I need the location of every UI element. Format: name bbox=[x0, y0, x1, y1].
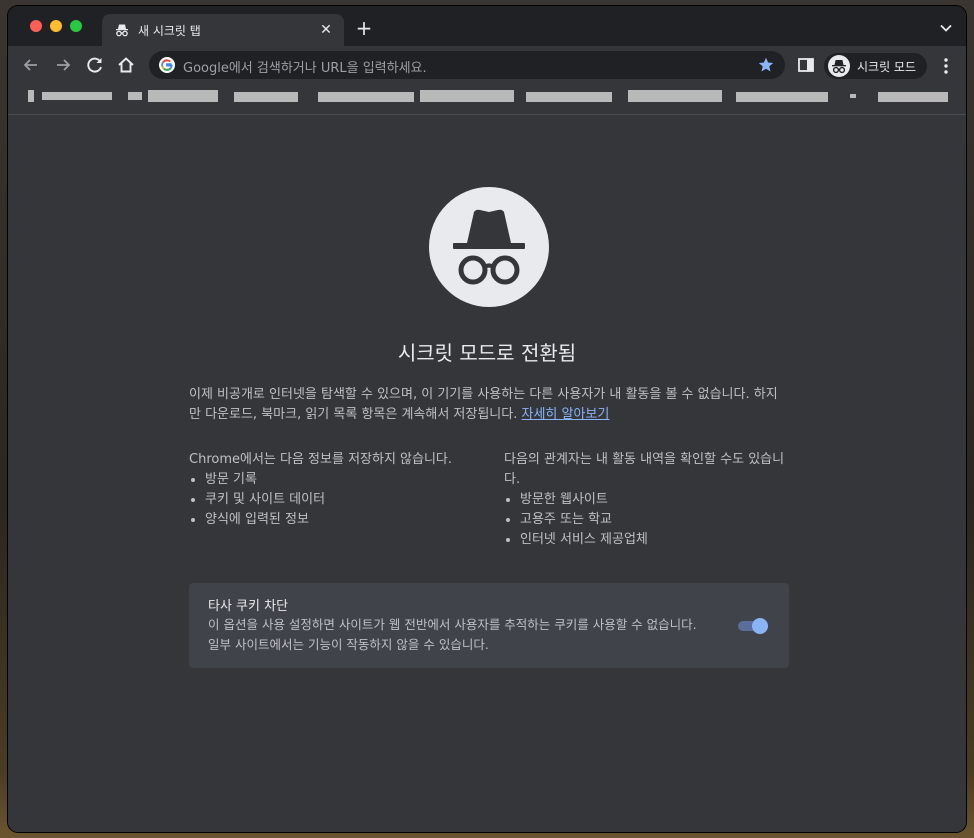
bookmarks-bar bbox=[8, 84, 966, 115]
home-icon[interactable] bbox=[115, 54, 137, 76]
list-item: 인터넷 서비스 제공업체 bbox=[520, 530, 788, 550]
toggle-knob bbox=[752, 618, 768, 634]
obscured-bookmark-block bbox=[420, 90, 514, 102]
not-saved-title: Chrome에서는 다음 정보를 저장하지 않습니다. bbox=[189, 452, 453, 467]
incognito-hero-icon bbox=[429, 187, 549, 307]
tab-title: 새 시크릿 탭 bbox=[138, 24, 201, 38]
list-item: 고용주 또는 학교 bbox=[520, 510, 788, 530]
visible-to-title: 다음의 관계자는 내 활동 내역을 확인할 수도 있습니다. bbox=[504, 452, 785, 487]
back-arrow-icon[interactable] bbox=[20, 54, 42, 76]
reload-icon[interactable] bbox=[84, 54, 106, 76]
toolbar: Google에서 검색하거나 URL을 입력하세요. 시크릿 모드 bbox=[8, 46, 966, 84]
profile-label: 시크릿 모드 bbox=[857, 60, 917, 74]
incognito-icon bbox=[453, 209, 525, 285]
page-title: 시크릿 모드로 전환됨 bbox=[397, 341, 577, 365]
tab-incognito[interactable]: 새 시크릿 탭 ✕ bbox=[102, 14, 344, 46]
cookie-card-line1: 이 옵션을 사용 설정하면 사이트가 웹 전반에서 사용자를 추적하는 쿠키를 … bbox=[208, 617, 697, 632]
incognito-profile-button[interactable]: 시크릿 모드 bbox=[824, 53, 927, 79]
tab-close-icon[interactable]: ✕ bbox=[316, 20, 336, 40]
obscured-bookmark-block bbox=[878, 92, 948, 102]
cookie-card-line2: 일부 사이트에서는 기능이 작동하지 않을 수 있습니다. bbox=[208, 637, 489, 652]
close-window-button[interactable] bbox=[30, 20, 42, 32]
incognito-icon bbox=[832, 60, 846, 74]
zoom-window-button[interactable] bbox=[70, 20, 82, 32]
new-tab-button[interactable]: + bbox=[354, 18, 374, 38]
obscured-bookmark-block bbox=[850, 94, 856, 98]
visible-to-list: 방문한 웹사이트 고용주 또는 학교 인터넷 서비스 제공업체 bbox=[504, 490, 788, 550]
bookmark-star-icon[interactable] bbox=[757, 56, 775, 74]
cookie-card-description: 이 옵션을 사용 설정하면 사이트가 웹 전반에서 사용자를 추적하는 쿠키를 … bbox=[208, 615, 728, 655]
obscured-bookmark-block bbox=[628, 90, 722, 102]
cookie-card-title: 타사 쿠키 차단 bbox=[208, 599, 289, 614]
browser-window: 새 시크릿 탭 ✕ + Google에서 검색하거나 URL을 입력하세요. 시… bbox=[8, 6, 966, 832]
google-logo-icon bbox=[159, 57, 175, 73]
obscured-bookmark-block bbox=[148, 90, 218, 102]
obscured-bookmark-block bbox=[736, 92, 828, 102]
side-panel-icon[interactable] bbox=[798, 58, 814, 72]
tab-search-chevron-icon[interactable] bbox=[936, 18, 956, 38]
forward-arrow-icon[interactable] bbox=[52, 54, 74, 76]
obscured-bookmark-block bbox=[128, 92, 142, 100]
more-menu-icon[interactable] bbox=[938, 56, 954, 76]
list-item: 양식에 입력된 정보 bbox=[205, 510, 489, 530]
obscured-bookmark-block bbox=[28, 90, 34, 102]
list-item: 방문 기록 bbox=[205, 470, 489, 490]
obscured-bookmark-block bbox=[42, 92, 112, 100]
obscured-bookmark-block bbox=[526, 92, 612, 102]
intro-text: 이제 비공개로 인터넷을 탐색할 수 있으며, 이 기기를 사용하는 다른 사용… bbox=[189, 385, 789, 425]
address-bar-placeholder: Google에서 검색하거나 URL을 입력하세요. bbox=[183, 61, 427, 76]
avatar bbox=[828, 55, 850, 77]
incognito-icon bbox=[116, 24, 128, 37]
visible-to-section: 다음의 관계자는 내 활동 내역을 확인할 수도 있습니다. 방문한 웹사이트 … bbox=[504, 450, 788, 550]
minimize-window-button[interactable] bbox=[50, 20, 62, 32]
not-saved-section: Chrome에서는 다음 정보를 저장하지 않습니다. 방문 기록 쿠키 및 사… bbox=[189, 450, 489, 530]
incognito-ntp: 시크릿 모드로 전환됨 이제 비공개로 인터넷을 탐색할 수 있으며, 이 기기… bbox=[8, 115, 966, 832]
title-bar: 새 시크릿 탭 ✕ + bbox=[8, 6, 966, 46]
obscured-bookmarks bbox=[28, 90, 948, 102]
block-third-party-cookies-toggle[interactable] bbox=[738, 618, 770, 634]
list-item: 쿠키 및 사이트 데이터 bbox=[205, 490, 489, 510]
third-party-cookie-card: 타사 쿠키 차단 이 옵션을 사용 설정하면 사이트가 웹 전반에서 사용자를 … bbox=[189, 583, 789, 668]
obscured-bookmark-block bbox=[318, 92, 414, 102]
learn-more-link[interactable]: 자세히 알아보기 bbox=[522, 407, 610, 422]
intro-body: 이제 비공개로 인터넷을 탐색할 수 있으며, 이 기기를 사용하는 다른 사용… bbox=[189, 387, 778, 422]
obscured-bookmark-block bbox=[234, 92, 298, 102]
list-item: 방문한 웹사이트 bbox=[520, 490, 788, 510]
address-bar[interactable]: Google에서 검색하거나 URL을 입력하세요. bbox=[149, 51, 785, 79]
not-saved-list: 방문 기록 쿠키 및 사이트 데이터 양식에 입력된 정보 bbox=[189, 470, 489, 530]
